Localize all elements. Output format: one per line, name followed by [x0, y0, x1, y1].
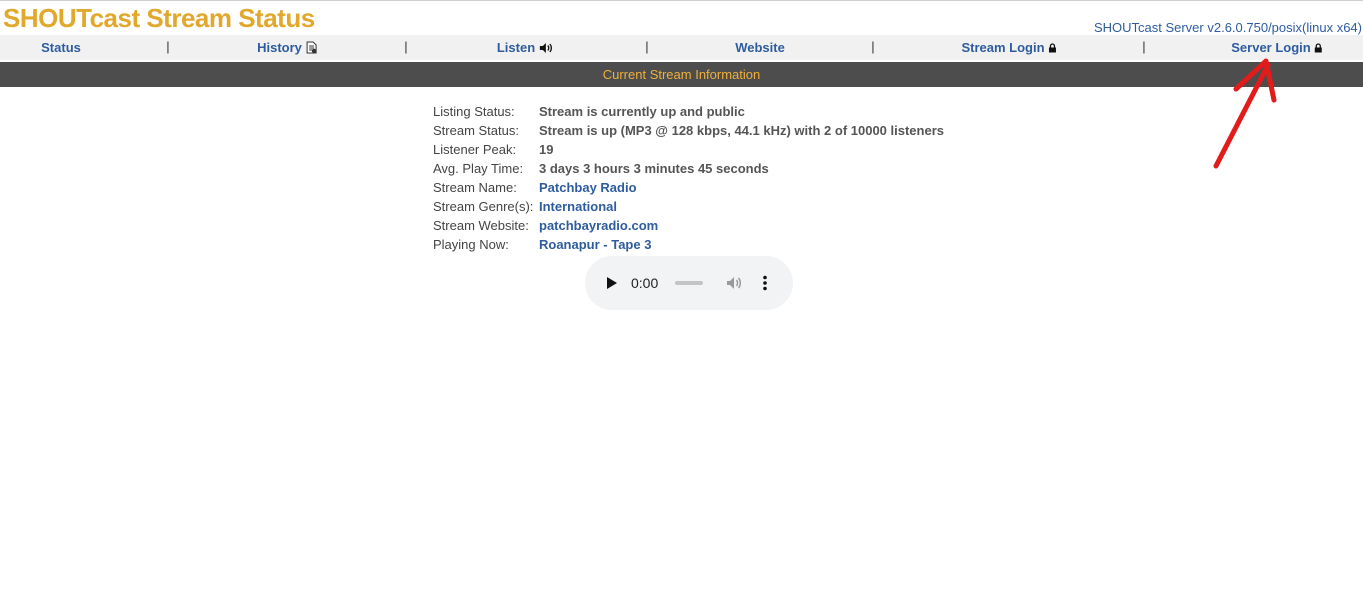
player-progress-bar[interactable] — [675, 281, 703, 285]
nav-history-label: History — [257, 39, 302, 55]
info-label: Stream Website: — [433, 218, 529, 233]
nav-listen-label: Listen — [496, 39, 536, 55]
playing-now-link[interactable]: Roanapur - Tape 3 — [539, 235, 651, 254]
stream-website-link[interactable]: patchbayradio.com — [539, 216, 658, 235]
play-icon[interactable] — [605, 275, 619, 296]
info-value: 3 days 3 hours 3 minutes 45 seconds — [539, 161, 769, 176]
nav-separator: | — [1142, 39, 1146, 54]
info-row-stream-name: Stream Name: Patchbay Radio — [433, 178, 944, 197]
info-label: Stream Genre(s): — [433, 199, 534, 214]
info-value: Stream is up (MP3 @ 128 kbps, 44.1 kHz) … — [539, 123, 944, 138]
speaker-icon — [539, 42, 553, 54]
stream-genre-link[interactable]: International — [539, 197, 617, 216]
nav-bar: Status | History | Listen | Website | St… — [0, 35, 1363, 60]
info-label: Listing Status: — [433, 104, 515, 119]
stream-info-table: Listing Status: Stream is currently up a… — [433, 102, 944, 254]
lock-icon — [1315, 42, 1323, 53]
nav-status-label: Status — [41, 39, 81, 55]
nav-separator: | — [871, 39, 875, 54]
info-label: Listener Peak: — [433, 142, 517, 157]
lock-icon — [1049, 42, 1057, 53]
volume-icon[interactable] — [725, 274, 743, 297]
nav-stream-login-label: Stream Login — [961, 39, 1045, 55]
nav-website-link[interactable]: Website — [735, 35, 785, 60]
nav-server-login-link[interactable]: Server Login — [1231, 35, 1323, 60]
info-label: Stream Name: — [433, 180, 517, 195]
server-version: SHOUTcast Server v2.6.0.750/posix(linux … — [1093, 20, 1362, 35]
more-options-icon[interactable] — [761, 274, 769, 297]
stream-name-link[interactable]: Patchbay Radio — [539, 178, 637, 197]
info-label: Playing Now: — [433, 237, 509, 252]
info-row-listener-peak: Listener Peak: 19 — [433, 140, 944, 159]
nav-history-link[interactable]: History — [257, 35, 317, 60]
info-value: 19 — [539, 142, 554, 157]
info-row-avg-play-time: Avg. Play Time: 3 days 3 hours 3 minutes… — [433, 159, 944, 178]
nav-website-label: Website — [735, 39, 785, 55]
nav-listen-link[interactable]: Listen — [497, 35, 553, 60]
page-title: SHOUTcast Stream Status — [3, 3, 315, 33]
section-title: Current Stream Information — [0, 62, 1363, 87]
info-row-stream-status: Stream Status: Stream is up (MP3 @ 128 k… — [433, 121, 944, 140]
info-row-listing-status: Listing Status: Stream is currently up a… — [433, 102, 944, 121]
info-row-stream-website: Stream Website: patchbayradio.com — [433, 216, 944, 235]
nav-server-login-label: Server Login — [1231, 39, 1311, 55]
nav-separator: | — [166, 39, 170, 54]
history-document-icon — [306, 41, 317, 54]
nav-separator: | — [404, 39, 408, 54]
audio-player: 0:00 — [585, 256, 793, 310]
player-time: 0:00 — [631, 275, 659, 291]
info-row-stream-genre: Stream Genre(s): International — [433, 197, 944, 216]
nav-separator: | — [645, 39, 649, 54]
info-label: Avg. Play Time: — [433, 161, 524, 176]
info-row-playing-now: Playing Now: Roanapur - Tape 3 — [433, 235, 944, 254]
nav-stream-login-link[interactable]: Stream Login — [961, 35, 1057, 60]
info-value: Stream is currently up and public — [539, 104, 745, 119]
info-label: Stream Status: — [433, 123, 519, 138]
nav-status-link[interactable]: Status — [41, 35, 81, 60]
